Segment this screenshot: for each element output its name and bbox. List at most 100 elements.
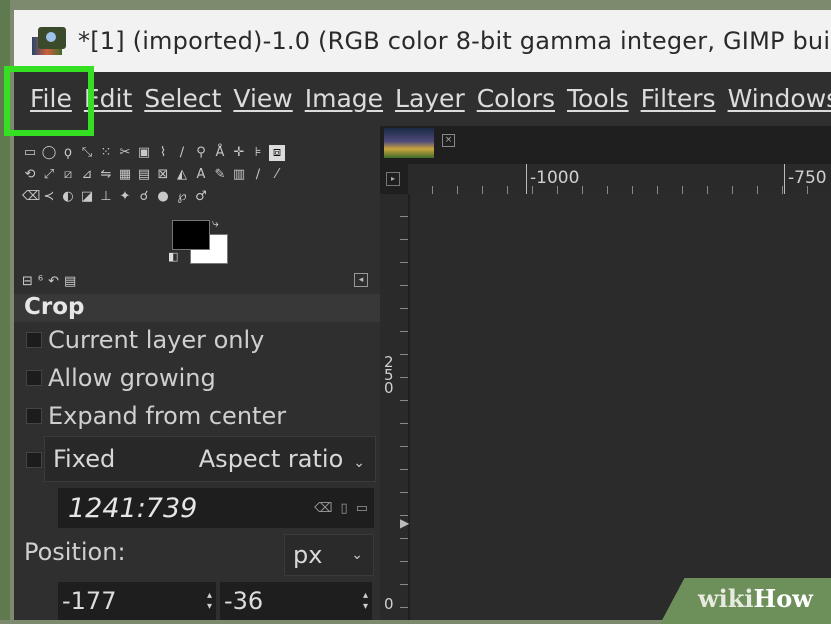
ruler-label: -750 — [788, 168, 827, 188]
allow-growing-checkbox[interactable] — [26, 370, 42, 386]
watermark-logo: wikiHow — [698, 584, 813, 613]
expand-from-center-label: Expand from center — [48, 402, 287, 430]
fixed-checkbox[interactable] — [26, 452, 42, 468]
menu-colors[interactable]: Colors — [471, 77, 561, 121]
spin-arrows-icon[interactable]: ▴ ▾ — [207, 590, 212, 612]
tool-row-2: ⟲ ⤢ ⧄ ⊿ ⇋ ▦ ▤ ⊠ ◭ A ✎ ▥ ∕ ⁄ — [22, 164, 380, 186]
shear-tool-icon[interactable]: ⧄ — [60, 167, 76, 183]
warp-tool-icon[interactable]: ▤ — [136, 167, 152, 183]
menu-image[interactable]: Image — [299, 77, 389, 121]
swap-colors-icon[interactable]: ⤷ — [212, 216, 219, 231]
scale-tool-icon[interactable]: ⤢ — [41, 167, 57, 183]
ink-tool-icon[interactable]: ✎ — [212, 167, 228, 183]
ellipse-select-tool-icon[interactable]: ◯ — [41, 145, 57, 161]
expand-from-center-option[interactable]: Expand from center — [26, 400, 286, 432]
undo-history-tab-icon[interactable]: ↶ — [48, 274, 59, 289]
dodge-burn-tool-icon[interactable]: ● — [155, 189, 171, 205]
portrait-icon[interactable]: ▯ — [341, 501, 348, 516]
menu-tools[interactable]: Tools — [561, 77, 635, 121]
ruler-menu-icon[interactable]: ▸ — [386, 172, 400, 186]
unified-transform-tool-icon[interactable]: ⊠ — [155, 167, 171, 183]
text-tool-icon[interactable]: A — [193, 167, 209, 183]
chevron-down-icon: ⌄ — [351, 547, 363, 563]
align-tool-icon[interactable]: ⊧ — [250, 145, 266, 161]
rect-select-tool-icon[interactable]: ▭ — [22, 145, 38, 161]
free-select-tool-icon[interactable]: ϙ — [60, 145, 76, 161]
menu-view[interactable]: View — [227, 77, 298, 121]
move-tool-icon[interactable]: ✛ — [231, 145, 247, 161]
menu-filters[interactable]: Filters — [635, 77, 722, 121]
title-bar: *[1] (imported)-1.0 (RGB color 8-bit gam… — [14, 10, 831, 73]
crop-tool-icon[interactable]: ⧈ — [269, 145, 285, 161]
vertical-ruler: 250 0 — [380, 194, 408, 620]
paintbrush-tool-icon[interactable]: ⁄ — [269, 167, 285, 183]
landscape-icon[interactable]: ▭ — [356, 501, 368, 516]
tool-options-header: Crop — [14, 294, 380, 322]
spin-arrows-icon[interactable]: ▴ ▾ — [363, 590, 368, 612]
color-picker-tool-icon[interactable]: ∕ — [174, 145, 190, 161]
device-status-tab-icon[interactable]: ⁶ — [38, 274, 43, 289]
measure-tool-icon[interactable]: Å — [212, 145, 228, 161]
gimp-app-icon — [32, 23, 72, 59]
position-y-input[interactable]: -36 ▴ ▾ — [220, 582, 372, 620]
tool-options-title: Crop — [24, 294, 85, 320]
allow-growing-option[interactable]: Allow growing — [26, 362, 216, 394]
scissors-tool-icon[interactable]: ✂ — [117, 145, 133, 161]
foreground-select-tool-icon[interactable]: ▣ — [136, 145, 152, 161]
fixed-aspect-row: Fixed Aspect ratio ⌄ — [44, 436, 376, 482]
pencil-tool-icon[interactable]: ∕ — [250, 167, 266, 183]
toolbox-dock: ▭ ◯ ϙ ⤡ ⁙ ✂ ▣ ⌇ ∕ ⚲ Å ✛ ⊧ ⧈ ⟲ ⤢ ⧄ ⊿ ⇋ ▦ … — [14, 126, 380, 620]
aspect-ratio-input[interactable]: 1241:739 ⌫ ▯ ▭ — [58, 488, 374, 528]
clear-field-icon[interactable]: ⌫ — [314, 501, 332, 516]
blur-tool-icon[interactable]: ✦ — [117, 189, 133, 205]
menu-select[interactable]: Select — [138, 77, 227, 121]
ruler-label: 250 — [384, 353, 394, 397]
position-unit-value: px — [293, 541, 323, 569]
current-layer-only-checkbox[interactable] — [26, 332, 42, 348]
fixed-mode-select[interactable]: Aspect ratio ⌄ — [199, 445, 365, 473]
zoom-tool-icon[interactable]: ⚲ — [193, 145, 209, 161]
dodge-tool-icon[interactable]: ♂ — [193, 189, 209, 205]
perspective-clone-tool-icon[interactable]: ⊥ — [98, 189, 114, 205]
position-x-value: -177 — [62, 587, 117, 615]
flip-tool-icon[interactable]: ⇋ — [98, 167, 114, 183]
gradient-tool-icon[interactable]: ▥ — [231, 167, 247, 183]
menu-layer[interactable]: Layer — [389, 77, 471, 121]
color-swatches: ⤷ ◧ — [168, 216, 232, 264]
position-y-value: -36 — [224, 587, 264, 615]
foreground-color-swatch[interactable] — [172, 220, 210, 250]
image-canvas[interactable] — [410, 194, 831, 620]
aspect-ratio-value: 1241:739 — [68, 492, 198, 524]
close-icon[interactable]: × — [442, 134, 455, 147]
rotate-tool-icon[interactable]: ⟲ — [22, 167, 38, 183]
position-x-input[interactable]: -177 ▴ ▾ — [58, 582, 216, 620]
file-menu-highlight-box — [4, 66, 94, 136]
expand-from-center-checkbox[interactable] — [26, 408, 42, 424]
chevron-down-icon: ⌄ — [353, 455, 365, 471]
image-thumbnail-tab[interactable] — [384, 128, 434, 158]
ruler-label: -1000 — [530, 168, 580, 188]
dock-tabs: ⊟ ⁶ ↶ ▤ ◂ — [22, 270, 372, 292]
reset-colors-icon[interactable]: ◧ — [168, 250, 178, 263]
heal-tool-icon[interactable]: ◪ — [79, 189, 95, 205]
airbrush-tool-icon[interactable]: ≺ — [41, 189, 57, 205]
mypaint-brush-tool-icon[interactable]: ℘ — [174, 189, 190, 205]
images-tab-icon[interactable]: ▤ — [64, 274, 76, 289]
position-label: Position: — [24, 538, 126, 566]
menu-bar: File Edit Select View Image Layer Colors… — [14, 72, 831, 126]
tool-options-tab-icon[interactable]: ⊟ — [22, 274, 33, 289]
smudge-tool-icon[interactable]: ☌ — [136, 189, 152, 205]
color-select-tool-icon[interactable]: ⁙ — [98, 145, 114, 161]
tab-menu-icon[interactable]: ◂ — [354, 273, 368, 287]
paths-tool-icon[interactable]: ⌇ — [155, 145, 171, 161]
cage-tool-icon[interactable]: ▦ — [117, 167, 133, 183]
eraser-tool-icon[interactable]: ⌫ — [22, 189, 40, 205]
fuzzy-select-tool-icon[interactable]: ⤡ — [79, 145, 95, 161]
current-layer-only-option[interactable]: Current layer only — [26, 324, 264, 356]
navigate-icon[interactable]: ▶ — [400, 516, 409, 530]
clone-tool-icon[interactable]: ◐ — [60, 189, 76, 205]
bucket-fill-tool-icon[interactable]: ◭ — [174, 167, 190, 183]
position-unit-select[interactable]: px ⌄ — [284, 534, 374, 576]
menu-windows[interactable]: Windows — [722, 77, 831, 121]
perspective-tool-icon[interactable]: ⊿ — [79, 167, 95, 183]
